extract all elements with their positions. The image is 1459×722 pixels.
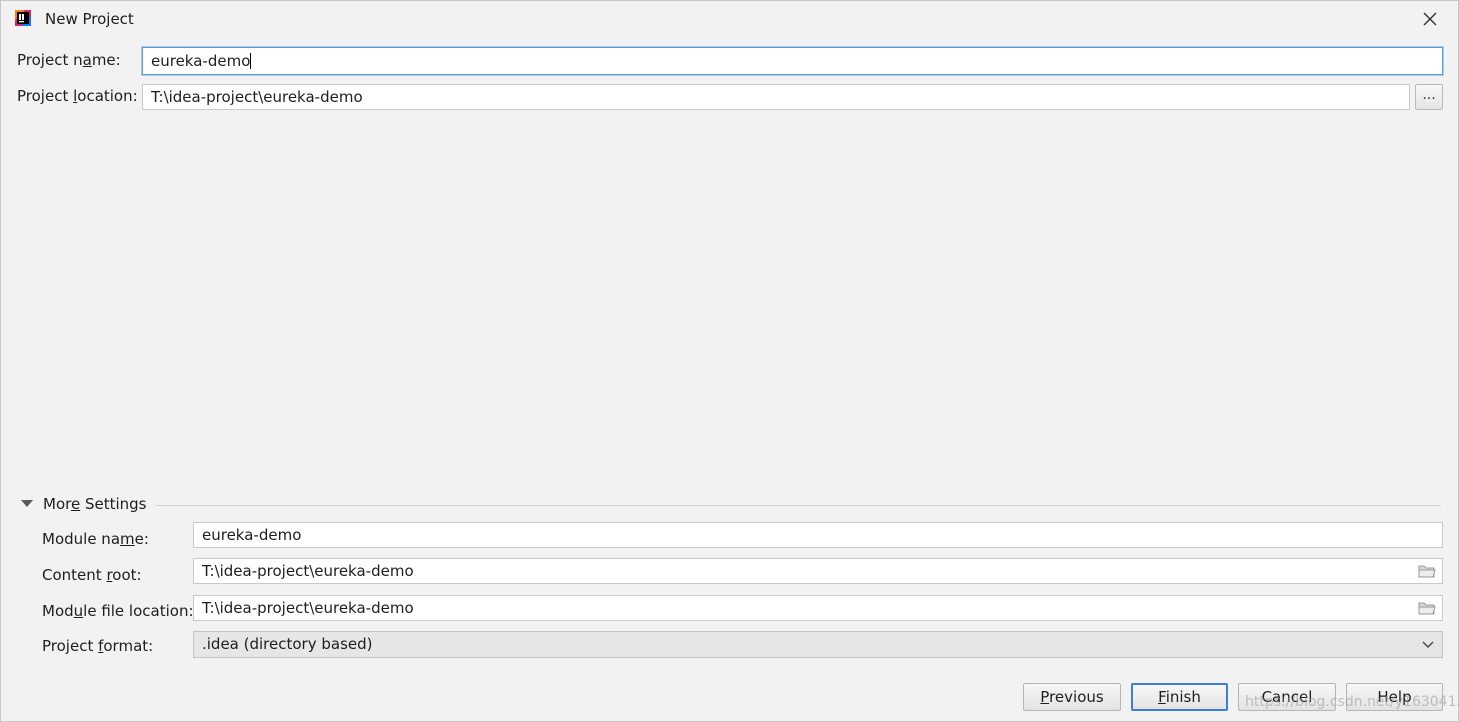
project-name-input[interactable]: eureka-demo <box>142 47 1443 75</box>
previous-button[interactable]: Previous <box>1023 683 1121 711</box>
project-location-label: Project location: <box>17 87 138 105</box>
finish-button[interactable]: Finish <box>1131 683 1228 711</box>
window-title: New Project <box>45 10 134 28</box>
module-name-label: Module name: <box>42 530 149 548</box>
folder-icon[interactable] <box>1418 564 1436 578</box>
project-location-input[interactable]: T:\idea-project\eureka-demo <box>142 84 1410 110</box>
collapse-triangle-icon[interactable] <box>21 500 33 507</box>
intellij-idea-icon <box>15 10 31 26</box>
browse-location-button[interactable]: ... <box>1415 84 1443 110</box>
title-bar: New Project <box>1 1 1459 37</box>
more-settings-label[interactable]: More Settings <box>43 495 147 513</box>
content-root-label: Content root: <box>42 566 142 584</box>
close-icon[interactable] <box>1419 8 1441 30</box>
module-file-location-label: Module file location: <box>42 602 194 620</box>
folder-icon[interactable] <box>1418 601 1436 615</box>
project-name-label: Project name: <box>17 51 121 69</box>
project-format-label: Project format: <box>42 637 154 655</box>
chevron-down-icon <box>1422 641 1434 648</box>
module-name-input[interactable]: eureka-demo <box>193 522 1443 548</box>
new-project-dialog: New Project Project name: eureka-demo Pr… <box>0 0 1459 722</box>
module-file-location-input[interactable]: T:\idea-project\eureka-demo <box>193 595 1443 621</box>
section-separator <box>156 505 1441 506</box>
watermark-text: https://blog.csdn.net/y1630413 <box>1245 694 1459 710</box>
project-format-select[interactable]: .idea (directory based) <box>193 631 1443 658</box>
text-caret <box>250 53 252 69</box>
content-root-input[interactable]: T:\idea-project\eureka-demo <box>193 558 1443 584</box>
